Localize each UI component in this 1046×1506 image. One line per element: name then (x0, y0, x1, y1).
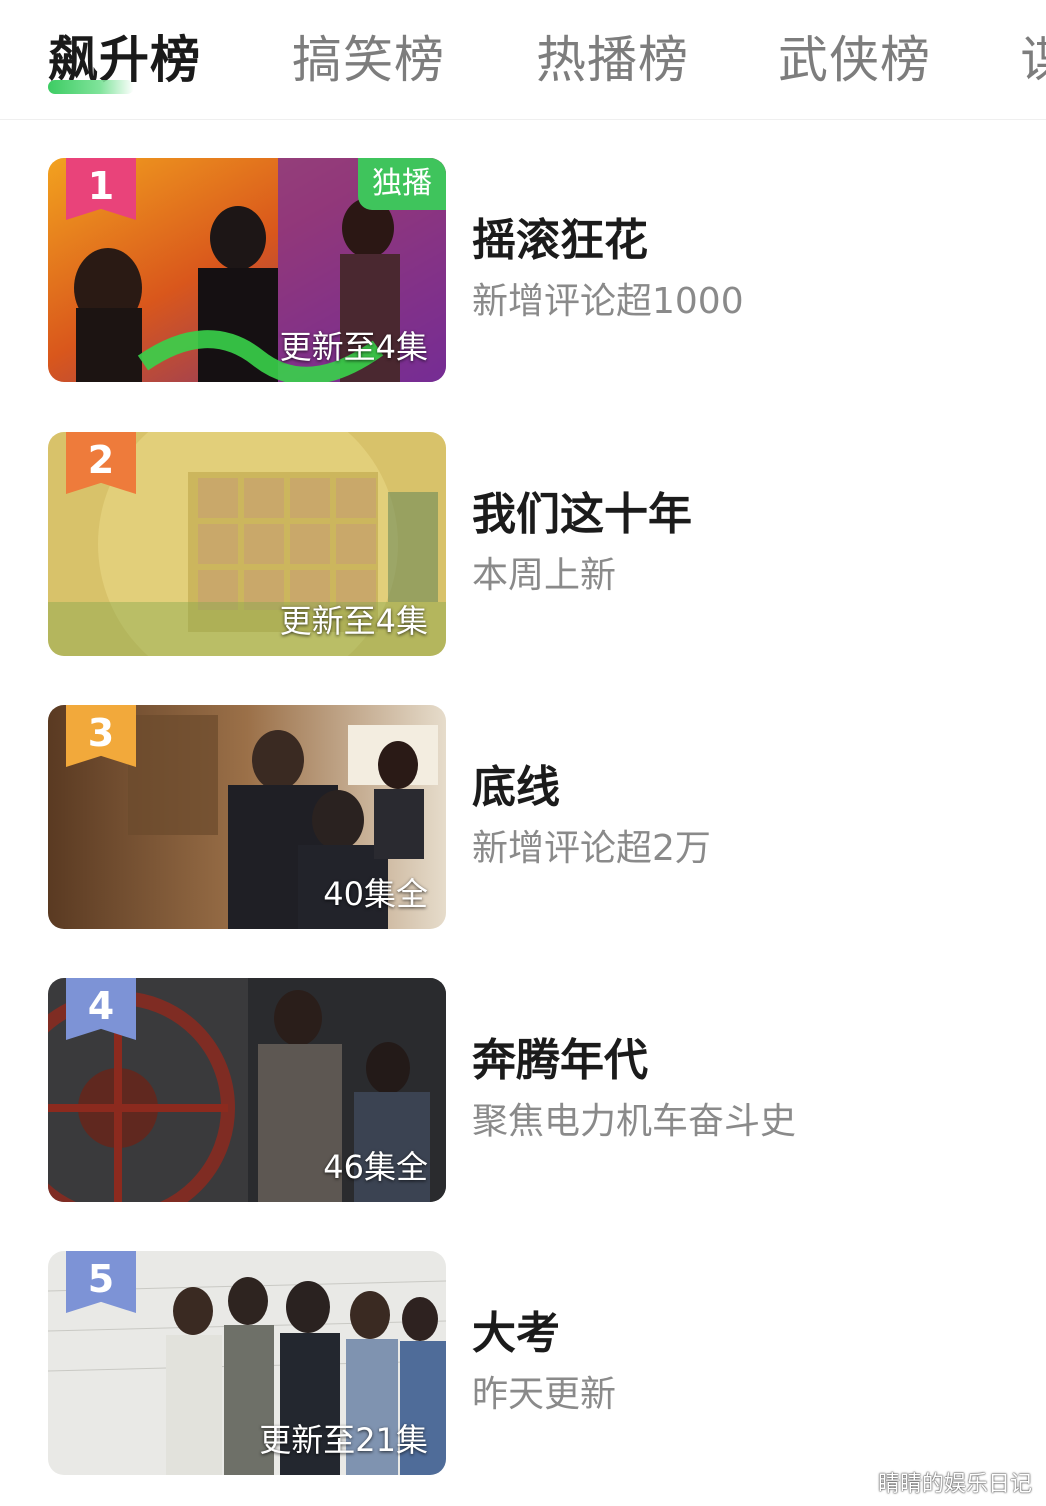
list-item[interactable]: 4 46集全 奔腾年代 聚焦电力机车奋斗史 (0, 978, 1046, 1204)
show-title[interactable]: 底线 (472, 751, 560, 815)
show-title[interactable]: 奔腾年代 (472, 1024, 648, 1088)
tab-hot[interactable]: 热播榜 (536, 28, 689, 92)
list-item[interactable]: 1 独播 更新至4集 摇滚狂花 新增评论超1000 (0, 158, 1046, 384)
show-title[interactable]: 我们这十年 (472, 478, 692, 542)
poster-thumbnail[interactable]: 5 更新至21集 (48, 1251, 446, 1475)
exclusive-badge: 独播 (358, 158, 446, 210)
list-item[interactable]: 3 40集全 底线 新增评论超2万 (0, 705, 1046, 931)
episode-status: 46集全 (323, 1148, 428, 1186)
poster-thumbnail[interactable]: 4 46集全 (48, 978, 446, 1202)
show-subtitle: 本周上新 (472, 555, 617, 596)
list-item[interactable]: 2 更新至4集 我们这十年 本周上新 (0, 432, 1046, 658)
show-subtitle: 新增评论超2万 (472, 828, 711, 869)
show-title[interactable]: 摇滚狂花 (472, 204, 648, 268)
episode-status: 更新至4集 (279, 328, 428, 366)
tab-wuxia[interactable]: 武侠榜 (778, 28, 931, 92)
list-item[interactable]: 5 更新至21集 大考 昨天更新 (0, 1251, 1046, 1477)
poster-thumbnail[interactable]: 3 40集全 (48, 705, 446, 929)
episode-status: 更新至4集 (279, 602, 428, 640)
category-tab-bar: 飙升榜 搞笑榜 热播榜 武侠榜 谍 (0, 0, 1046, 120)
show-subtitle: 昨天更新 (472, 1374, 617, 1415)
poster-thumbnail[interactable]: 1 独播 更新至4集 (48, 158, 446, 382)
tab-active-indicator (48, 80, 134, 94)
poster-thumbnail[interactable]: 2 更新至4集 (48, 432, 446, 656)
show-subtitle: 新增评论超1000 (472, 281, 744, 322)
tab-comedy[interactable]: 搞笑榜 (292, 28, 445, 92)
episode-status: 更新至21集 (259, 1421, 428, 1459)
show-subtitle: 聚焦电力机车奋斗史 (472, 1101, 797, 1142)
watermark-text: 睛睛的娱乐日记 (877, 1472, 1032, 1497)
tab-spy[interactable]: 谍 (1020, 28, 1046, 92)
show-title[interactable]: 大考 (472, 1297, 560, 1361)
episode-status: 40集全 (323, 875, 428, 913)
